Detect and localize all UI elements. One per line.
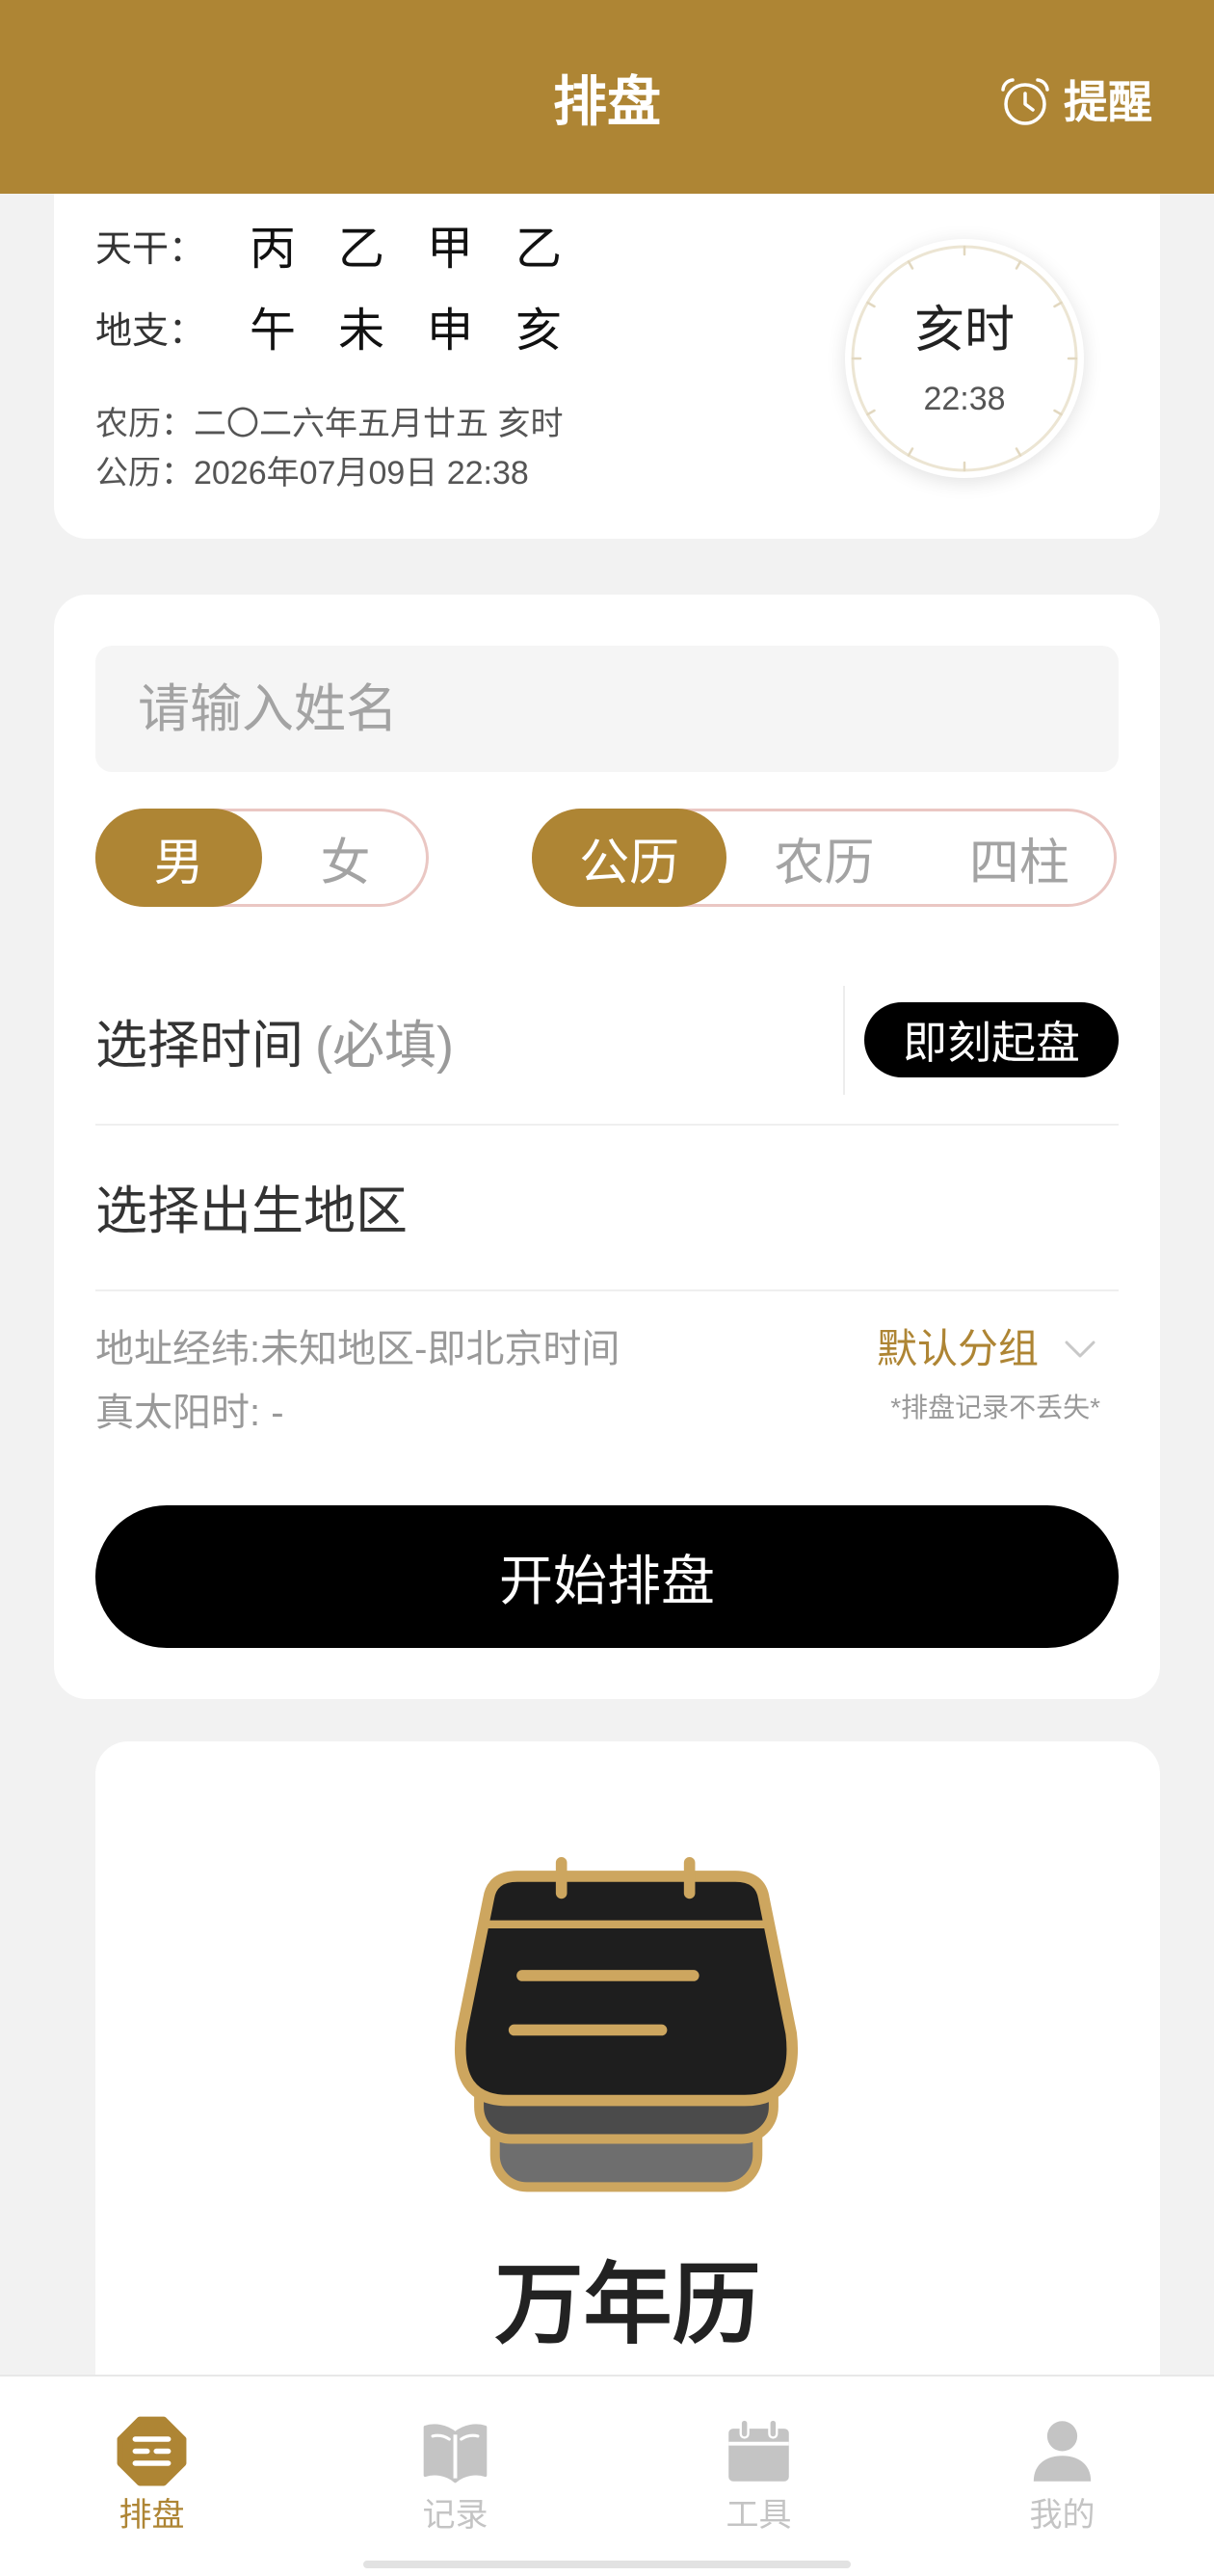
nav-label-paipan: 排盘 [119, 2497, 185, 2534]
nav-item-paipan[interactable]: 排盘 [0, 2377, 304, 2576]
tiangan-value-month: 乙 [337, 224, 384, 275]
dizhi-value-hour: 亥 [515, 305, 562, 357]
tiangan-label: 天干： [95, 229, 206, 270]
divider [95, 1289, 1119, 1291]
user-icon [1026, 2415, 1098, 2487]
nav-item-records[interactable]: 记录 [304, 2377, 607, 2576]
book-icon [419, 2415, 491, 2487]
page-title: 排盘 [553, 71, 661, 132]
calendar-option-solar[interactable]: 公历 [532, 809, 727, 907]
clock-shichen: 亥时 [913, 303, 1015, 359]
clock-dial [851, 245, 1078, 472]
select-time-field[interactable]: 选择时间 (必填) [95, 1001, 828, 1078]
nav-item-profile[interactable]: 我的 [910, 2377, 1214, 2576]
calendar-icon [723, 2415, 795, 2487]
true-solar-time-text: 真太阳时: - [95, 1392, 284, 1434]
calendar-option-sizhu[interactable]: 四柱 [922, 809, 1117, 907]
bagua-icon [116, 2415, 188, 2487]
home-indicator [363, 2561, 851, 2568]
gender-option-female[interactable]: 女 [262, 809, 429, 907]
name-input[interactable] [95, 646, 1119, 772]
required-hint: (必填) [315, 1016, 454, 1075]
calendar-card-title: 万年历 [494, 2256, 761, 2354]
group-select-label: 默认分组 [877, 1326, 1040, 1371]
chevron-down-icon [1064, 1340, 1096, 1359]
tiangan-value-day: 甲 [426, 224, 473, 275]
lunar-date-text: 农历：二〇二六年五月廿五 亥时 [95, 406, 564, 442]
dizhi-label: 地支： [95, 311, 206, 352]
nav-item-tools[interactable]: 工具 [607, 2377, 910, 2576]
nav-label-records: 记录 [422, 2497, 488, 2534]
gender-option-male[interactable]: 男 [95, 809, 262, 907]
select-region-field[interactable]: 选择出生地区 [95, 1167, 1119, 1244]
dizhi-value-day: 申 [426, 305, 473, 357]
top-header: 排盘 提醒 [0, 0, 1214, 194]
address-info-text: 地址经纬:未知地区-即北京时间 [95, 1328, 620, 1370]
reminder-label: 提醒 [1064, 77, 1152, 127]
instant-chart-button[interactable]: 即刻起盘 [864, 1002, 1119, 1077]
calendar-type-toggle: 公历 农历 四柱 [532, 809, 1117, 907]
group-select[interactable]: 默认分组 [877, 1326, 1096, 1372]
clock-time: 22:38 [923, 381, 1006, 417]
alarm-clock-icon [998, 75, 1052, 129]
gender-toggle: 男 女 [95, 809, 429, 907]
time-field-label: 选择时间 [95, 1016, 304, 1075]
bazi-info-card: 天干： 丙 乙 甲 乙 地支： 午 未 申 亥 农历：二〇二六年五月廿五 亥时 … [54, 154, 1160, 539]
chart-form-card: 男 女 公历 农历 四柱 选择时间 (必填) 即刻起盘 选择出生地区 地址经纬:… [54, 595, 1160, 1699]
start-chart-button[interactable]: 开始排盘 [95, 1505, 1119, 1648]
calendar-icon [448, 1857, 805, 2193]
bottom-nav: 排盘 记录 工具 我的 [0, 2375, 1214, 2576]
dizhi-value-month: 未 [337, 305, 384, 357]
calendar-option-lunar[interactable]: 农历 [726, 809, 921, 907]
perpetual-calendar-card[interactable]: 万年历 [95, 1741, 1160, 2416]
reminder-button[interactable]: 提醒 [998, 67, 1152, 137]
time-field-divider [843, 986, 845, 1095]
dizhi-value-year: 午 [249, 305, 296, 357]
region-field-label: 选择出生地区 [95, 1182, 408, 1240]
solar-date-text: 公历：2026年07月09日 22:38 [95, 455, 529, 491]
nav-label-profile: 我的 [1029, 2497, 1095, 2534]
divider [95, 1124, 1119, 1126]
nav-label-tools: 工具 [726, 2497, 792, 2534]
group-note: *排盘记录不丢失* [890, 1393, 1100, 1422]
dizhi-values: 午 未 申 亥 [228, 308, 583, 355]
tiangan-value-year: 丙 [249, 224, 296, 275]
tiangan-values: 丙 乙 甲 乙 [228, 226, 583, 273]
tiangan-value-hour: 乙 [515, 224, 562, 275]
shichen-clock: 亥时 22:38 [845, 239, 1084, 478]
